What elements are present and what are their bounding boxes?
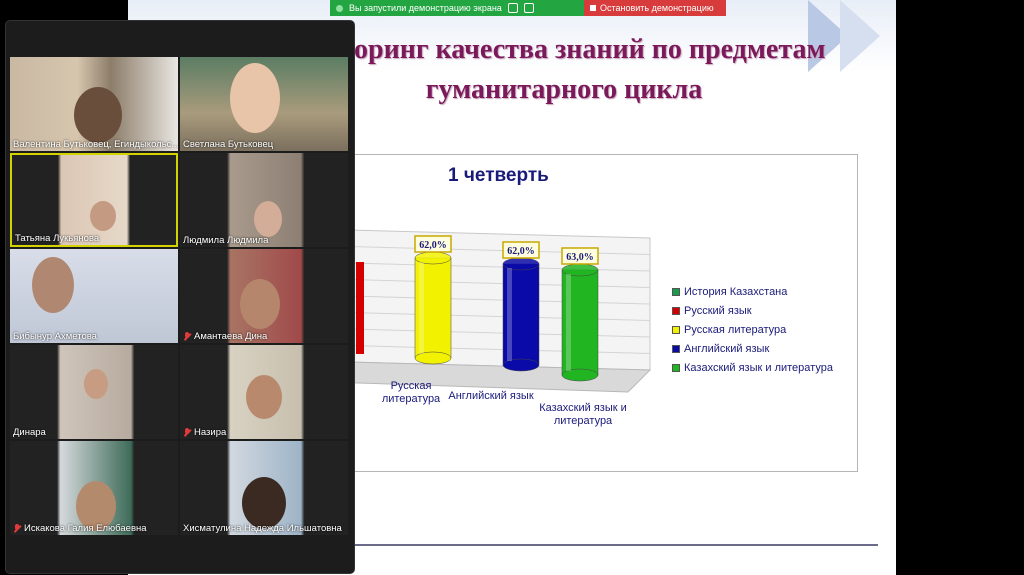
participant-name: Татьяна Лукьянова — [15, 233, 100, 244]
shield-icon[interactable] — [507, 3, 518, 13]
axis-label-russian-literature: Русская литература — [381, 380, 441, 405]
legend-swatch — [672, 345, 680, 354]
legend-label: Казахский язык и литература — [684, 362, 833, 375]
axis-label-english: Английский язык — [448, 390, 534, 402]
person-silhouette — [254, 201, 282, 237]
participant-tile[interactable]: Искакова Галия Елюбаевна — [10, 441, 178, 535]
participant-name: Динара — [13, 427, 46, 438]
data-label: 62,0% — [507, 246, 535, 257]
participant-name: Валентина Бутьковец, Егиндыкольс... — [13, 139, 178, 150]
bar-highlight — [507, 268, 512, 361]
sharing-dot-icon — [336, 4, 343, 12]
participant-tile[interactable]: Валентина Бутьковец, Егиндыкольс... — [10, 57, 178, 151]
participant-tile[interactable]: Назира — [180, 345, 348, 439]
legend-item: Русская литература — [672, 320, 833, 339]
stop-share-label: Остановить демонстрацию — [600, 3, 714, 13]
axis-label-kazakh: Казахский язык и литература — [539, 402, 627, 427]
legend-label: Английский язык — [684, 343, 770, 356]
mic-muted-icon — [183, 332, 191, 341]
participant-name: Назира — [183, 427, 226, 438]
legend-item: Английский язык — [672, 340, 833, 359]
stop-icon — [590, 5, 596, 11]
participants-gallery: Валентина Бутьковец, Егиндыкольс... Свет… — [6, 21, 354, 573]
participant-tile[interactable]: Бибынур Ахметова — [10, 249, 178, 343]
person-silhouette — [32, 257, 74, 313]
bar — [356, 262, 364, 354]
participant-tile[interactable]: Светлана Бутьковец — [180, 57, 348, 151]
person-silhouette — [84, 369, 108, 399]
slide-bottom-rule — [350, 544, 878, 546]
sharing-status: Вы запустили демонстрацию экрана — [330, 0, 584, 16]
legend-item: Казахский язык и литература — [672, 359, 833, 378]
mic-muted-icon — [183, 428, 191, 437]
mic-muted-icon — [13, 524, 21, 533]
person-silhouette — [74, 87, 122, 143]
data-label: 62,0% — [419, 240, 447, 251]
participant-tile[interactable]: Амантаева Дина — [180, 249, 348, 343]
pause-icon[interactable] — [523, 3, 534, 13]
legend-item: Русский язык — [672, 301, 833, 320]
participant-name: Амантаева Дина — [183, 331, 267, 342]
stop-share-button[interactable]: Остановить демонстрацию — [584, 0, 726, 16]
legend-label: История Казахстана — [684, 285, 788, 298]
screen-share-banner: Вы запустили демонстрацию экрана Останов… — [330, 0, 726, 16]
participant-tile[interactable]: Хисматулина Надежда Ильшатовна — [180, 441, 348, 535]
participant-tile[interactable]: Динара — [10, 345, 178, 439]
participant-name: Людмила Людмила — [183, 235, 269, 246]
legend-swatch — [672, 325, 680, 334]
person-silhouette — [246, 375, 282, 419]
participant-name: Светлана Бутьковец — [183, 139, 274, 150]
person-silhouette — [90, 201, 116, 231]
sharing-text: Вы запустили демонстрацию экрана — [349, 3, 502, 13]
participant-name: Хисматулина Надежда Ильшатовна — [183, 523, 342, 534]
legend-label: Русский язык — [684, 304, 752, 317]
legend-swatch — [672, 364, 680, 373]
participant-name: Искакова Галия Елюбаевна — [13, 523, 147, 534]
data-label: 63,0% — [566, 252, 594, 263]
person-silhouette — [240, 279, 280, 329]
bar-highlight — [419, 262, 424, 354]
participant-name: Бибынур Ахметова — [13, 331, 97, 342]
bar-highlight — [566, 274, 571, 371]
chart-legend: История Казахстана Русский язык Русская ли… — [672, 282, 833, 378]
person-silhouette — [242, 477, 286, 529]
gallery-header[interactable] — [6, 21, 354, 55]
video-feed — [12, 155, 176, 245]
legend-item: История Казахстана — [672, 282, 833, 301]
legend-swatch — [672, 287, 680, 296]
legend-swatch — [672, 306, 680, 315]
participant-tile-active-speaker[interactable]: Татьяна Лукьянова — [10, 153, 178, 247]
participant-tile[interactable]: Людмила Людмила — [180, 153, 348, 247]
person-silhouette — [230, 63, 280, 133]
legend-label: Русская литература — [684, 323, 787, 336]
